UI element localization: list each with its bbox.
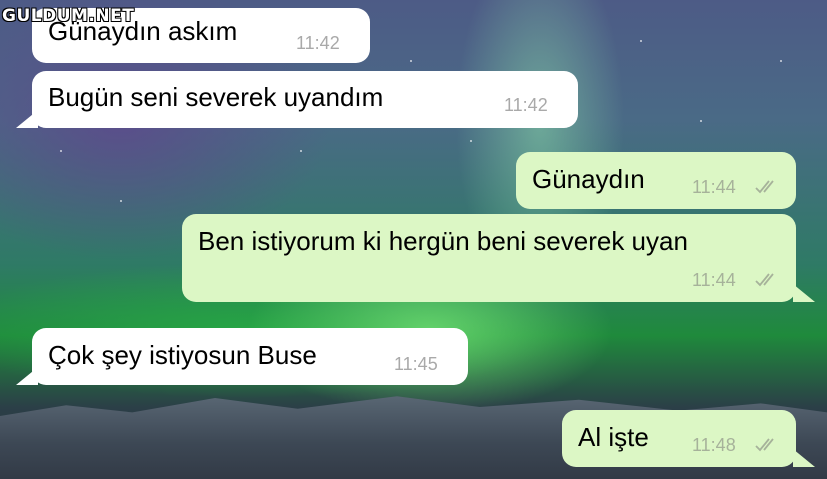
message-time: 11:44 (692, 270, 736, 290)
message-time: 11:48 (692, 435, 736, 455)
double-check-icon (755, 273, 774, 287)
wallpaper-star (470, 140, 472, 142)
wallpaper-star (300, 150, 302, 152)
wallpaper-star (780, 60, 782, 62)
message-bubble-incoming[interactable]: Bugün seni severek uyandım 11:42 (32, 71, 578, 128)
wallpaper-star (120, 200, 122, 202)
message-text: Günaydın (532, 164, 645, 194)
message-time: 11:42 (504, 95, 548, 115)
message-text: Çok şey istiyosun Buse (48, 340, 317, 370)
double-check-icon (755, 180, 774, 194)
message-text: Al işte (578, 422, 649, 452)
message-bubble-outgoing[interactable]: Günaydın 11:44 (516, 152, 796, 209)
wallpaper-star (700, 120, 702, 122)
wallpaper-star (60, 150, 62, 152)
message-bubble-outgoing[interactable]: Ben istiyorum ki hergün beni severek uya… (182, 214, 796, 302)
message-text: Ben istiyorum ki hergün beni severek uya… (198, 226, 688, 256)
double-check-icon (755, 438, 774, 452)
message-time: 11:42 (296, 33, 340, 53)
wallpaper-star (640, 40, 642, 42)
message-bubble-incoming[interactable]: Çok şey istiyosun Buse 11:45 (32, 328, 468, 385)
message-text: Bugün seni severek uyandım (48, 82, 384, 112)
message-time: 11:44 (692, 177, 736, 197)
wallpaper-star (410, 60, 412, 62)
message-time: 11:45 (394, 354, 438, 374)
message-bubble-outgoing[interactable]: Al işte 11:48 (562, 410, 796, 467)
watermark-logo: GULDUM.NET (2, 6, 135, 26)
